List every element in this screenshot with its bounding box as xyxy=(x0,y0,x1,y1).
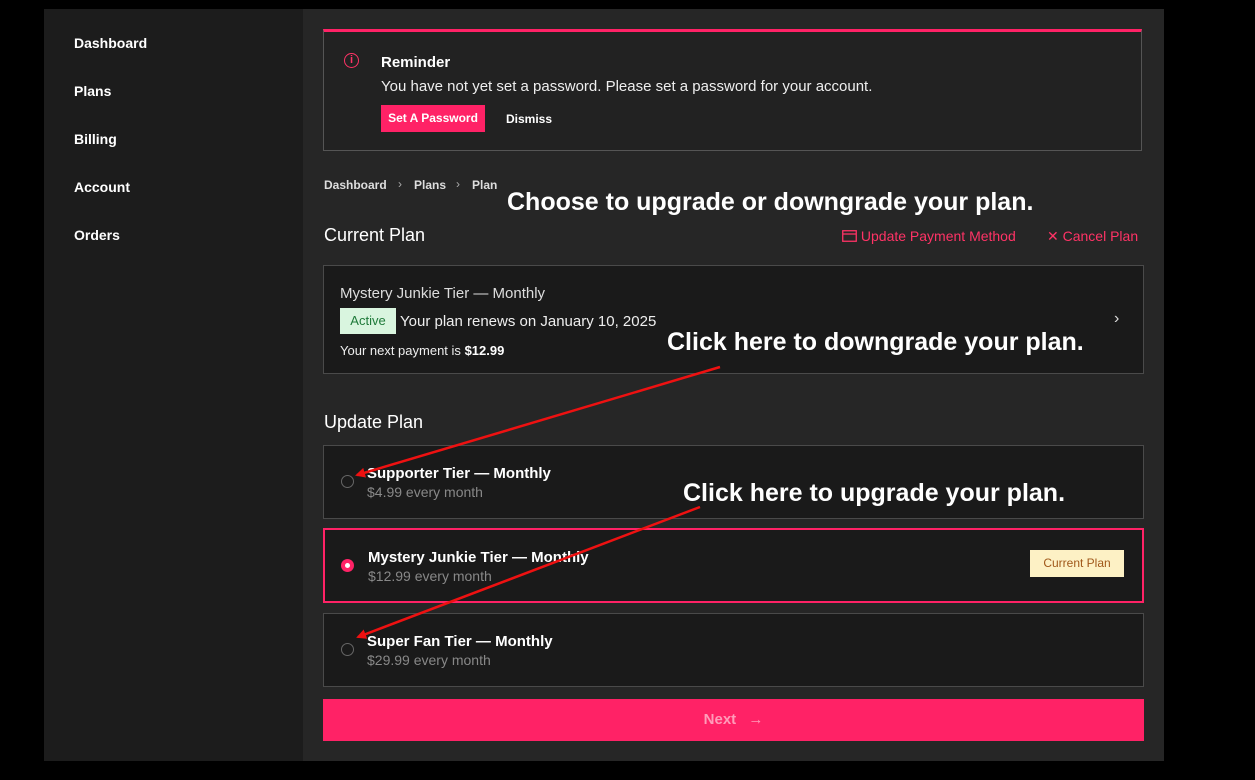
upgrade-arrow xyxy=(356,505,701,639)
annotation-arrows xyxy=(355,365,721,639)
downgrade-arrow xyxy=(355,365,721,478)
